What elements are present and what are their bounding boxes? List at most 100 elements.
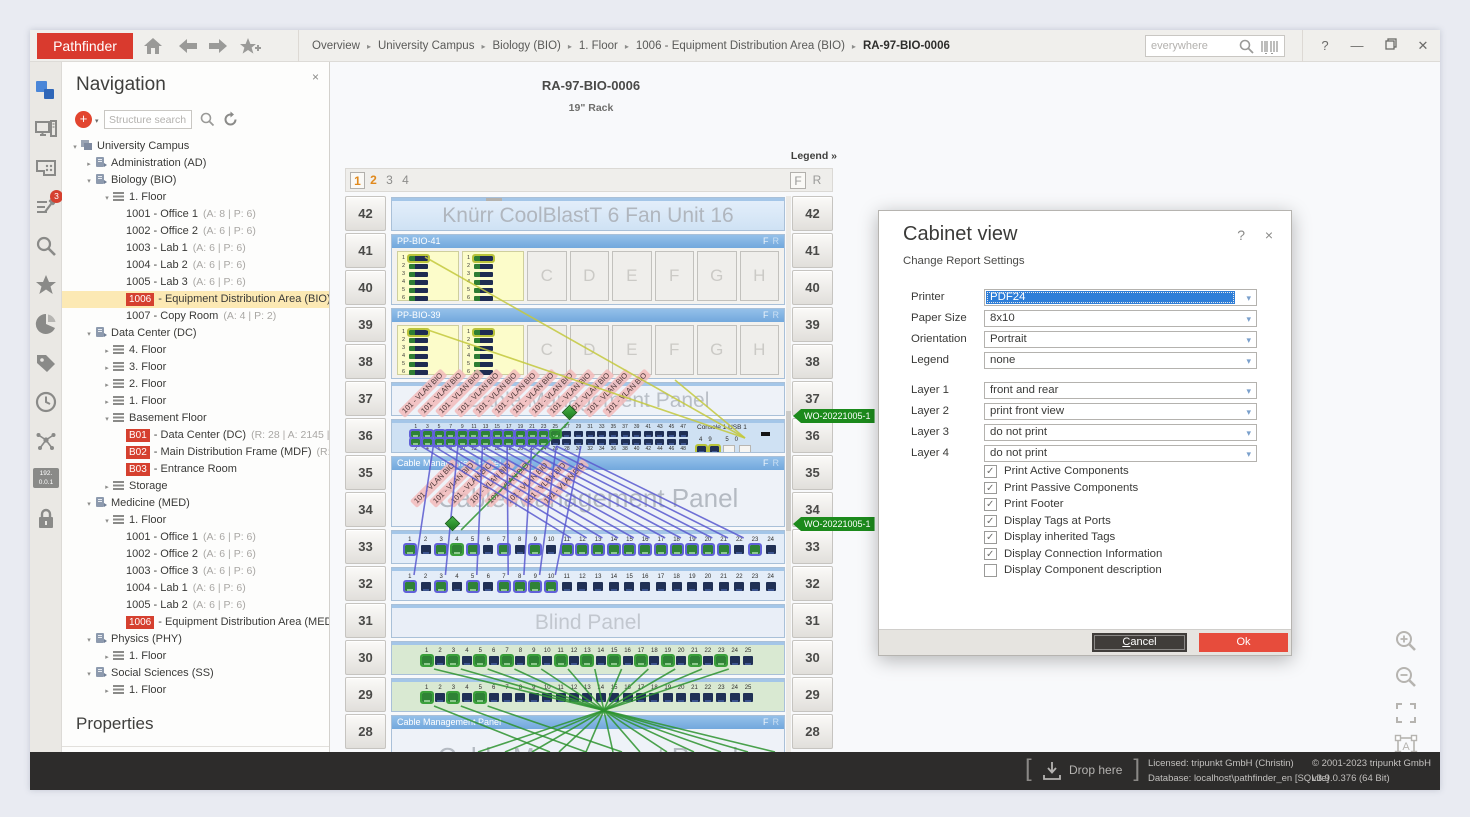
module-port[interactable] bbox=[409, 296, 428, 301]
checkbox-box[interactable]: ✓ bbox=[984, 515, 997, 528]
patch-port-12[interactable] bbox=[569, 656, 579, 665]
module-port[interactable] bbox=[409, 362, 428, 367]
add-node-caret-icon[interactable]: ▾ bbox=[95, 117, 99, 125]
switch-port-7[interactable] bbox=[446, 431, 455, 437]
patch-port-4[interactable] bbox=[462, 693, 472, 702]
module-port[interactable] bbox=[409, 288, 428, 293]
module-port[interactable] bbox=[409, 256, 428, 261]
panel-slot-E[interactable]: E bbox=[612, 325, 652, 375]
switch-port-32[interactable] bbox=[586, 439, 595, 445]
front-rear-toggle[interactable]: FR bbox=[759, 235, 779, 248]
switch-port-26[interactable] bbox=[551, 439, 560, 445]
switch-port-41[interactable] bbox=[644, 431, 653, 437]
switch-port-44[interactable] bbox=[655, 439, 664, 445]
breadcrumb-item[interactable]: University Campus bbox=[378, 40, 475, 52]
rack-panel-gpanel-u29[interactable]: 1234567891011121314151617181920212223242… bbox=[391, 678, 785, 712]
rack-panel-pp-u41[interactable]: PP-BIO-41FR123456123456CDEFGH bbox=[391, 234, 785, 305]
panel-slot-C[interactable]: C bbox=[527, 251, 567, 301]
panel-slot-D[interactable]: D bbox=[570, 325, 610, 375]
expander-closed-icon[interactable]: ▸ bbox=[84, 156, 94, 172]
patch-port-10[interactable] bbox=[546, 545, 556, 554]
patch-port-6[interactable] bbox=[489, 656, 499, 665]
patch-port-6[interactable] bbox=[483, 545, 493, 554]
tree-item[interactable]: 1004 - Lab 2(A: 6 | P: 6) bbox=[62, 257, 330, 274]
module-port[interactable] bbox=[474, 264, 493, 269]
panel-slot-F[interactable]: F bbox=[655, 251, 695, 301]
tree-item[interactable]: 1005 - Lab 3(A: 6 | P: 6) bbox=[62, 274, 330, 291]
tree-item[interactable]: ▾1. Floor bbox=[62, 189, 330, 206]
patch-port-3[interactable] bbox=[436, 582, 446, 591]
patch-port-9[interactable] bbox=[529, 656, 539, 665]
switch-port-39[interactable] bbox=[632, 431, 641, 437]
sidebar-item-history[interactable] bbox=[34, 390, 58, 414]
sidebar-item-ip-address[interactable]: 192.0.0.1 bbox=[33, 468, 59, 488]
switch-port-34[interactable] bbox=[597, 439, 606, 445]
module-port[interactable] bbox=[409, 264, 428, 269]
patch-port-9[interactable] bbox=[530, 582, 540, 591]
breadcrumb-item[interactable]: 1. Floor bbox=[579, 40, 618, 52]
patch-port-3[interactable] bbox=[448, 693, 458, 702]
patch-port-14[interactable] bbox=[596, 693, 606, 702]
expander-closed-icon[interactable]: ▸ bbox=[102, 649, 112, 665]
sidebar-item-reports[interactable] bbox=[34, 312, 58, 336]
sidebar-item-favorites[interactable] bbox=[34, 273, 58, 297]
switch-port-20[interactable] bbox=[516, 439, 525, 445]
patch-port-24[interactable] bbox=[766, 582, 776, 591]
tree-item[interactable]: ▾Social Sciences (SS) bbox=[62, 665, 330, 682]
breadcrumb-item[interactable]: Overview bbox=[312, 40, 360, 52]
tree-item[interactable]: ▾Biology (BIO) bbox=[62, 172, 330, 189]
fit-view-icon[interactable] bbox=[1393, 700, 1419, 726]
switch-port-36[interactable] bbox=[609, 439, 618, 445]
expander-open-icon[interactable]: ▾ bbox=[84, 326, 94, 342]
barcode-icon[interactable] bbox=[1260, 38, 1280, 55]
tree-item[interactable]: 1007 - Copy Room(A: 4 | P: 2) bbox=[62, 308, 330, 325]
switch-port-35[interactable] bbox=[609, 431, 618, 437]
patch-port-18[interactable] bbox=[672, 582, 682, 591]
select-legend[interactable]: none▾ bbox=[984, 352, 1257, 369]
tree-item[interactable]: 1002 - Office 2(A: 6 | P: 6) bbox=[62, 223, 330, 240]
checkbox-box[interactable]: ✓ bbox=[984, 465, 997, 478]
patch-port-8[interactable] bbox=[515, 582, 525, 591]
tree-item[interactable]: ▸Storage bbox=[62, 478, 330, 495]
switch-port-16[interactable] bbox=[493, 439, 502, 445]
forward-icon[interactable] bbox=[207, 36, 229, 56]
expander-closed-icon[interactable]: ▸ bbox=[102, 360, 112, 376]
tree-item[interactable]: ▸1. Floor bbox=[62, 393, 330, 410]
tree-item[interactable]: ▸1. Floor bbox=[62, 682, 330, 699]
checkbox-box[interactable] bbox=[984, 564, 997, 577]
switch-port-17[interactable] bbox=[504, 431, 513, 437]
switch-port-5[interactable] bbox=[435, 431, 444, 437]
patch-port-15[interactable] bbox=[624, 545, 634, 554]
tree-item[interactable]: 1002 - Office 2(A: 6 | P: 6) bbox=[62, 546, 330, 563]
back-icon[interactable] bbox=[177, 36, 199, 56]
checkbox-box[interactable]: ✓ bbox=[984, 548, 997, 561]
search-icon[interactable] bbox=[1238, 38, 1256, 55]
module-port[interactable] bbox=[474, 338, 493, 343]
switch-port-49[interactable] bbox=[697, 446, 706, 453]
switch-port-33[interactable] bbox=[597, 431, 606, 437]
patch-port-13[interactable] bbox=[593, 545, 603, 554]
switch-port-19[interactable] bbox=[516, 431, 525, 437]
tree-item[interactable]: ▸2. Floor bbox=[62, 376, 330, 393]
patch-port-17[interactable] bbox=[636, 693, 646, 702]
cancel-button[interactable]: Cancel bbox=[1092, 633, 1187, 652]
module-port[interactable] bbox=[409, 370, 428, 375]
patch-port-5[interactable] bbox=[475, 693, 485, 702]
patch-port-7[interactable] bbox=[499, 582, 509, 591]
sfp-slot[interactable] bbox=[739, 445, 751, 453]
patch-port-5[interactable] bbox=[468, 582, 478, 591]
layer-tab-2[interactable]: 2 bbox=[366, 172, 381, 189]
switch-port-2[interactable] bbox=[411, 439, 420, 445]
patch-port-24[interactable] bbox=[730, 693, 740, 702]
patch-port-20[interactable] bbox=[703, 545, 713, 554]
tree-item[interactable]: 1006- Equipment Distribution Area (BIO) bbox=[62, 291, 330, 308]
workorder-tag-1[interactable]: WO-20221005-1 bbox=[793, 409, 875, 423]
checkbox-box[interactable]: ✓ bbox=[984, 531, 997, 544]
tree-item[interactable]: ▸Administration (AD) bbox=[62, 155, 330, 172]
switch-port-21[interactable] bbox=[528, 431, 537, 437]
patch-port-2[interactable] bbox=[421, 582, 431, 591]
rack-panel-blind-u31[interactable]: Blind Panel bbox=[391, 604, 785, 638]
switch-port-11[interactable] bbox=[469, 431, 478, 437]
structure-search-icon[interactable] bbox=[199, 111, 216, 128]
switch-port-23[interactable] bbox=[539, 431, 548, 437]
